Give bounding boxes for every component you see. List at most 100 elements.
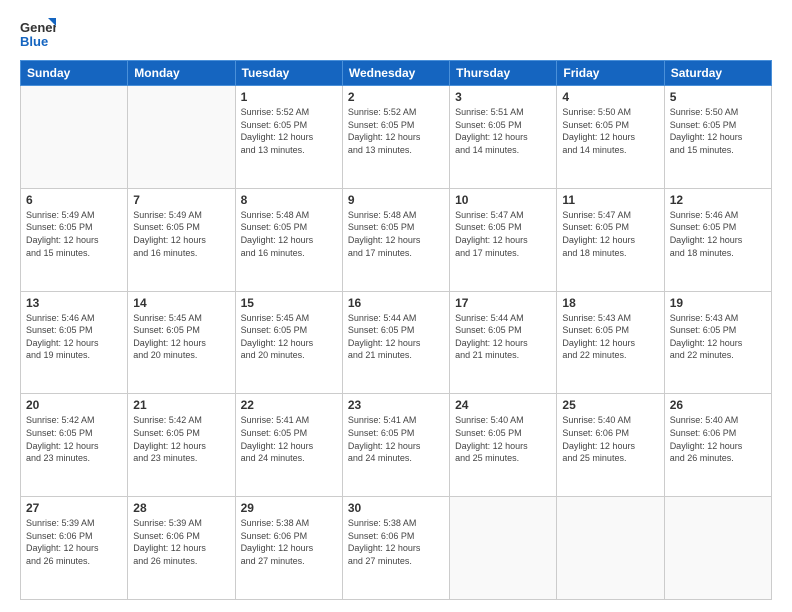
cell-info: Sunrise: 5:42 AM Sunset: 6:05 PM Dayligh…: [26, 414, 122, 464]
cell-info: Sunrise: 5:44 AM Sunset: 6:05 PM Dayligh…: [348, 312, 444, 362]
cell-info: Sunrise: 5:48 AM Sunset: 6:05 PM Dayligh…: [348, 209, 444, 259]
cell-info: Sunrise: 5:39 AM Sunset: 6:06 PM Dayligh…: [26, 517, 122, 567]
day-number: 16: [348, 296, 444, 310]
calendar-cell: 16 Sunrise: 5:44 AM Sunset: 6:05 PM Dayli…: [342, 291, 449, 394]
calendar-cell: 14Sunrise: 5:45 AM Sunset: 6:05 PM Dayli…: [128, 291, 235, 394]
calendar-cell: 15 Sunrise: 5:45 AM Sunset: 6:05 PM Dayli…: [235, 291, 342, 394]
calendar-cell: [450, 497, 557, 600]
cell-info: Sunrise: 5:41 AM Sunset: 6:05 PM Dayligh…: [348, 414, 444, 464]
cell-info: Sunrise: 5:52 AM Sunset: 6:05 PM Dayligh…: [348, 106, 444, 156]
cell-info: Sunrise: 5:50 AM Sunset: 6:05 PM Dayligh…: [670, 106, 766, 156]
day-number: 24: [455, 398, 551, 412]
calendar-cell: 29 Sunrise: 5:38 AM Sunset: 6:06 PM Dayli…: [235, 497, 342, 600]
calendar-cell: 18 Sunrise: 5:43 AM Sunset: 6:05 PM Dayli…: [557, 291, 664, 394]
cell-info: Sunrise: 5:52 AM Sunset: 6:05 PM Dayligh…: [241, 106, 337, 156]
calendar-cell: 20 Sunrise: 5:42 AM Sunset: 6:05 PM Dayli…: [21, 394, 128, 497]
logo: General Blue: [20, 16, 56, 52]
day-number: 13: [26, 296, 122, 310]
calendar-cell: [21, 86, 128, 189]
cell-info: Sunrise: 5:45 AM Sunset: 6:05 PM Dayligh…: [241, 312, 337, 362]
cell-info: Sunrise: 5:46 AM Sunset: 6:05 PM Dayligh…: [670, 209, 766, 259]
day-number: 27: [26, 501, 122, 515]
cell-info: Sunrise: 5:43 AM Sunset: 6:05 PM Dayligh…: [562, 312, 658, 362]
calendar-cell: 27 Sunrise: 5:39 AM Sunset: 6:06 PM Dayli…: [21, 497, 128, 600]
cell-info: Sunrise: 5:39 AM Sunset: 6:06 PM Dayligh…: [133, 517, 229, 567]
weekday-tuesday: Tuesday: [235, 61, 342, 86]
day-number: 2: [348, 90, 444, 104]
calendar-cell: [128, 86, 235, 189]
calendar-cell: 3 Sunrise: 5:51 AM Sunset: 6:05 PM Daylig…: [450, 86, 557, 189]
calendar-cell: 26Sunrise: 5:40 AM Sunset: 6:06 PM Dayli…: [664, 394, 771, 497]
weekday-sunday: Sunday: [21, 61, 128, 86]
day-number: 19: [670, 296, 766, 310]
calendar-cell: 4Sunrise: 5:50 AM Sunset: 6:05 PM Daylig…: [557, 86, 664, 189]
cell-info: Sunrise: 5:51 AM Sunset: 6:05 PM Dayligh…: [455, 106, 551, 156]
day-number: 12: [670, 193, 766, 207]
calendar-cell: 12 Sunrise: 5:46 AM Sunset: 6:05 PM Dayli…: [664, 188, 771, 291]
cell-info: Sunrise: 5:47 AM Sunset: 6:05 PM Dayligh…: [455, 209, 551, 259]
weekday-header-row: SundayMondayTuesdayWednesdayThursdayFrid…: [21, 61, 772, 86]
logo-icon: General Blue: [20, 16, 56, 52]
calendar-week-5: 27 Sunrise: 5:39 AM Sunset: 6:06 PM Dayli…: [21, 497, 772, 600]
cell-info: Sunrise: 5:45 AM Sunset: 6:05 PM Dayligh…: [133, 312, 229, 362]
cell-info: Sunrise: 5:41 AM Sunset: 6:05 PM Dayligh…: [241, 414, 337, 464]
day-number: 10: [455, 193, 551, 207]
calendar-cell: 22 Sunrise: 5:41 AM Sunset: 6:05 PM Dayli…: [235, 394, 342, 497]
cell-info: Sunrise: 5:42 AM Sunset: 6:05 PM Dayligh…: [133, 414, 229, 464]
cell-info: Sunrise: 5:47 AM Sunset: 6:05 PM Dayligh…: [562, 209, 658, 259]
calendar-cell: 8Sunrise: 5:48 AM Sunset: 6:05 PM Daylig…: [235, 188, 342, 291]
day-number: 17: [455, 296, 551, 310]
calendar-week-3: 13 Sunrise: 5:46 AM Sunset: 6:05 PM Dayli…: [21, 291, 772, 394]
cell-info: Sunrise: 5:49 AM Sunset: 6:05 PM Dayligh…: [26, 209, 122, 259]
calendar-cell: 9 Sunrise: 5:48 AM Sunset: 6:05 PM Daylig…: [342, 188, 449, 291]
calendar-cell: 6Sunrise: 5:49 AM Sunset: 6:05 PM Daylig…: [21, 188, 128, 291]
day-number: 20: [26, 398, 122, 412]
cell-info: Sunrise: 5:38 AM Sunset: 6:06 PM Dayligh…: [348, 517, 444, 567]
weekday-wednesday: Wednesday: [342, 61, 449, 86]
calendar-cell: 10 Sunrise: 5:47 AM Sunset: 6:05 PM Dayli…: [450, 188, 557, 291]
calendar-week-1: 1 Sunrise: 5:52 AM Sunset: 6:05 PM Daylig…: [21, 86, 772, 189]
weekday-monday: Monday: [128, 61, 235, 86]
calendar-cell: 19 Sunrise: 5:43 AM Sunset: 6:05 PM Dayli…: [664, 291, 771, 394]
cell-info: Sunrise: 5:40 AM Sunset: 6:06 PM Dayligh…: [562, 414, 658, 464]
calendar-cell: 28 Sunrise: 5:39 AM Sunset: 6:06 PM Dayli…: [128, 497, 235, 600]
calendar-cell: 5 Sunrise: 5:50 AM Sunset: 6:05 PM Daylig…: [664, 86, 771, 189]
cell-info: Sunrise: 5:43 AM Sunset: 6:05 PM Dayligh…: [670, 312, 766, 362]
day-number: 5: [670, 90, 766, 104]
day-number: 11: [562, 193, 658, 207]
day-number: 29: [241, 501, 337, 515]
weekday-friday: Friday: [557, 61, 664, 86]
day-number: 30: [348, 501, 444, 515]
calendar-week-4: 20 Sunrise: 5:42 AM Sunset: 6:05 PM Dayli…: [21, 394, 772, 497]
cell-info: Sunrise: 5:46 AM Sunset: 6:05 PM Dayligh…: [26, 312, 122, 362]
page-header: General Blue: [20, 16, 772, 52]
calendar-cell: 17 Sunrise: 5:44 AM Sunset: 6:05 PM Dayli…: [450, 291, 557, 394]
day-number: 18: [562, 296, 658, 310]
day-number: 9: [348, 193, 444, 207]
calendar-cell: 24 Sunrise: 5:40 AM Sunset: 6:05 PM Dayli…: [450, 394, 557, 497]
day-number: 21: [133, 398, 229, 412]
calendar-cell: [664, 497, 771, 600]
day-number: 25: [562, 398, 658, 412]
day-number: 1: [241, 90, 337, 104]
cell-info: Sunrise: 5:40 AM Sunset: 6:05 PM Dayligh…: [455, 414, 551, 464]
calendar-cell: 25 Sunrise: 5:40 AM Sunset: 6:06 PM Dayli…: [557, 394, 664, 497]
day-number: 4: [562, 90, 658, 104]
day-number: 3: [455, 90, 551, 104]
cell-info: Sunrise: 5:44 AM Sunset: 6:05 PM Dayligh…: [455, 312, 551, 362]
calendar-cell: 11 Sunrise: 5:47 AM Sunset: 6:05 PM Dayli…: [557, 188, 664, 291]
day-number: 28: [133, 501, 229, 515]
calendar-cell: 1 Sunrise: 5:52 AM Sunset: 6:05 PM Daylig…: [235, 86, 342, 189]
calendar-week-2: 6Sunrise: 5:49 AM Sunset: 6:05 PM Daylig…: [21, 188, 772, 291]
day-number: 8: [241, 193, 337, 207]
calendar-cell: 21 Sunrise: 5:42 AM Sunset: 6:05 PM Dayli…: [128, 394, 235, 497]
calendar-cell: 23Sunrise: 5:41 AM Sunset: 6:05 PM Dayli…: [342, 394, 449, 497]
day-number: 22: [241, 398, 337, 412]
cell-info: Sunrise: 5:40 AM Sunset: 6:06 PM Dayligh…: [670, 414, 766, 464]
svg-text:General: General: [20, 20, 56, 35]
cell-info: Sunrise: 5:38 AM Sunset: 6:06 PM Dayligh…: [241, 517, 337, 567]
weekday-thursday: Thursday: [450, 61, 557, 86]
day-number: 15: [241, 296, 337, 310]
cell-info: Sunrise: 5:49 AM Sunset: 6:05 PM Dayligh…: [133, 209, 229, 259]
calendar-cell: [557, 497, 664, 600]
